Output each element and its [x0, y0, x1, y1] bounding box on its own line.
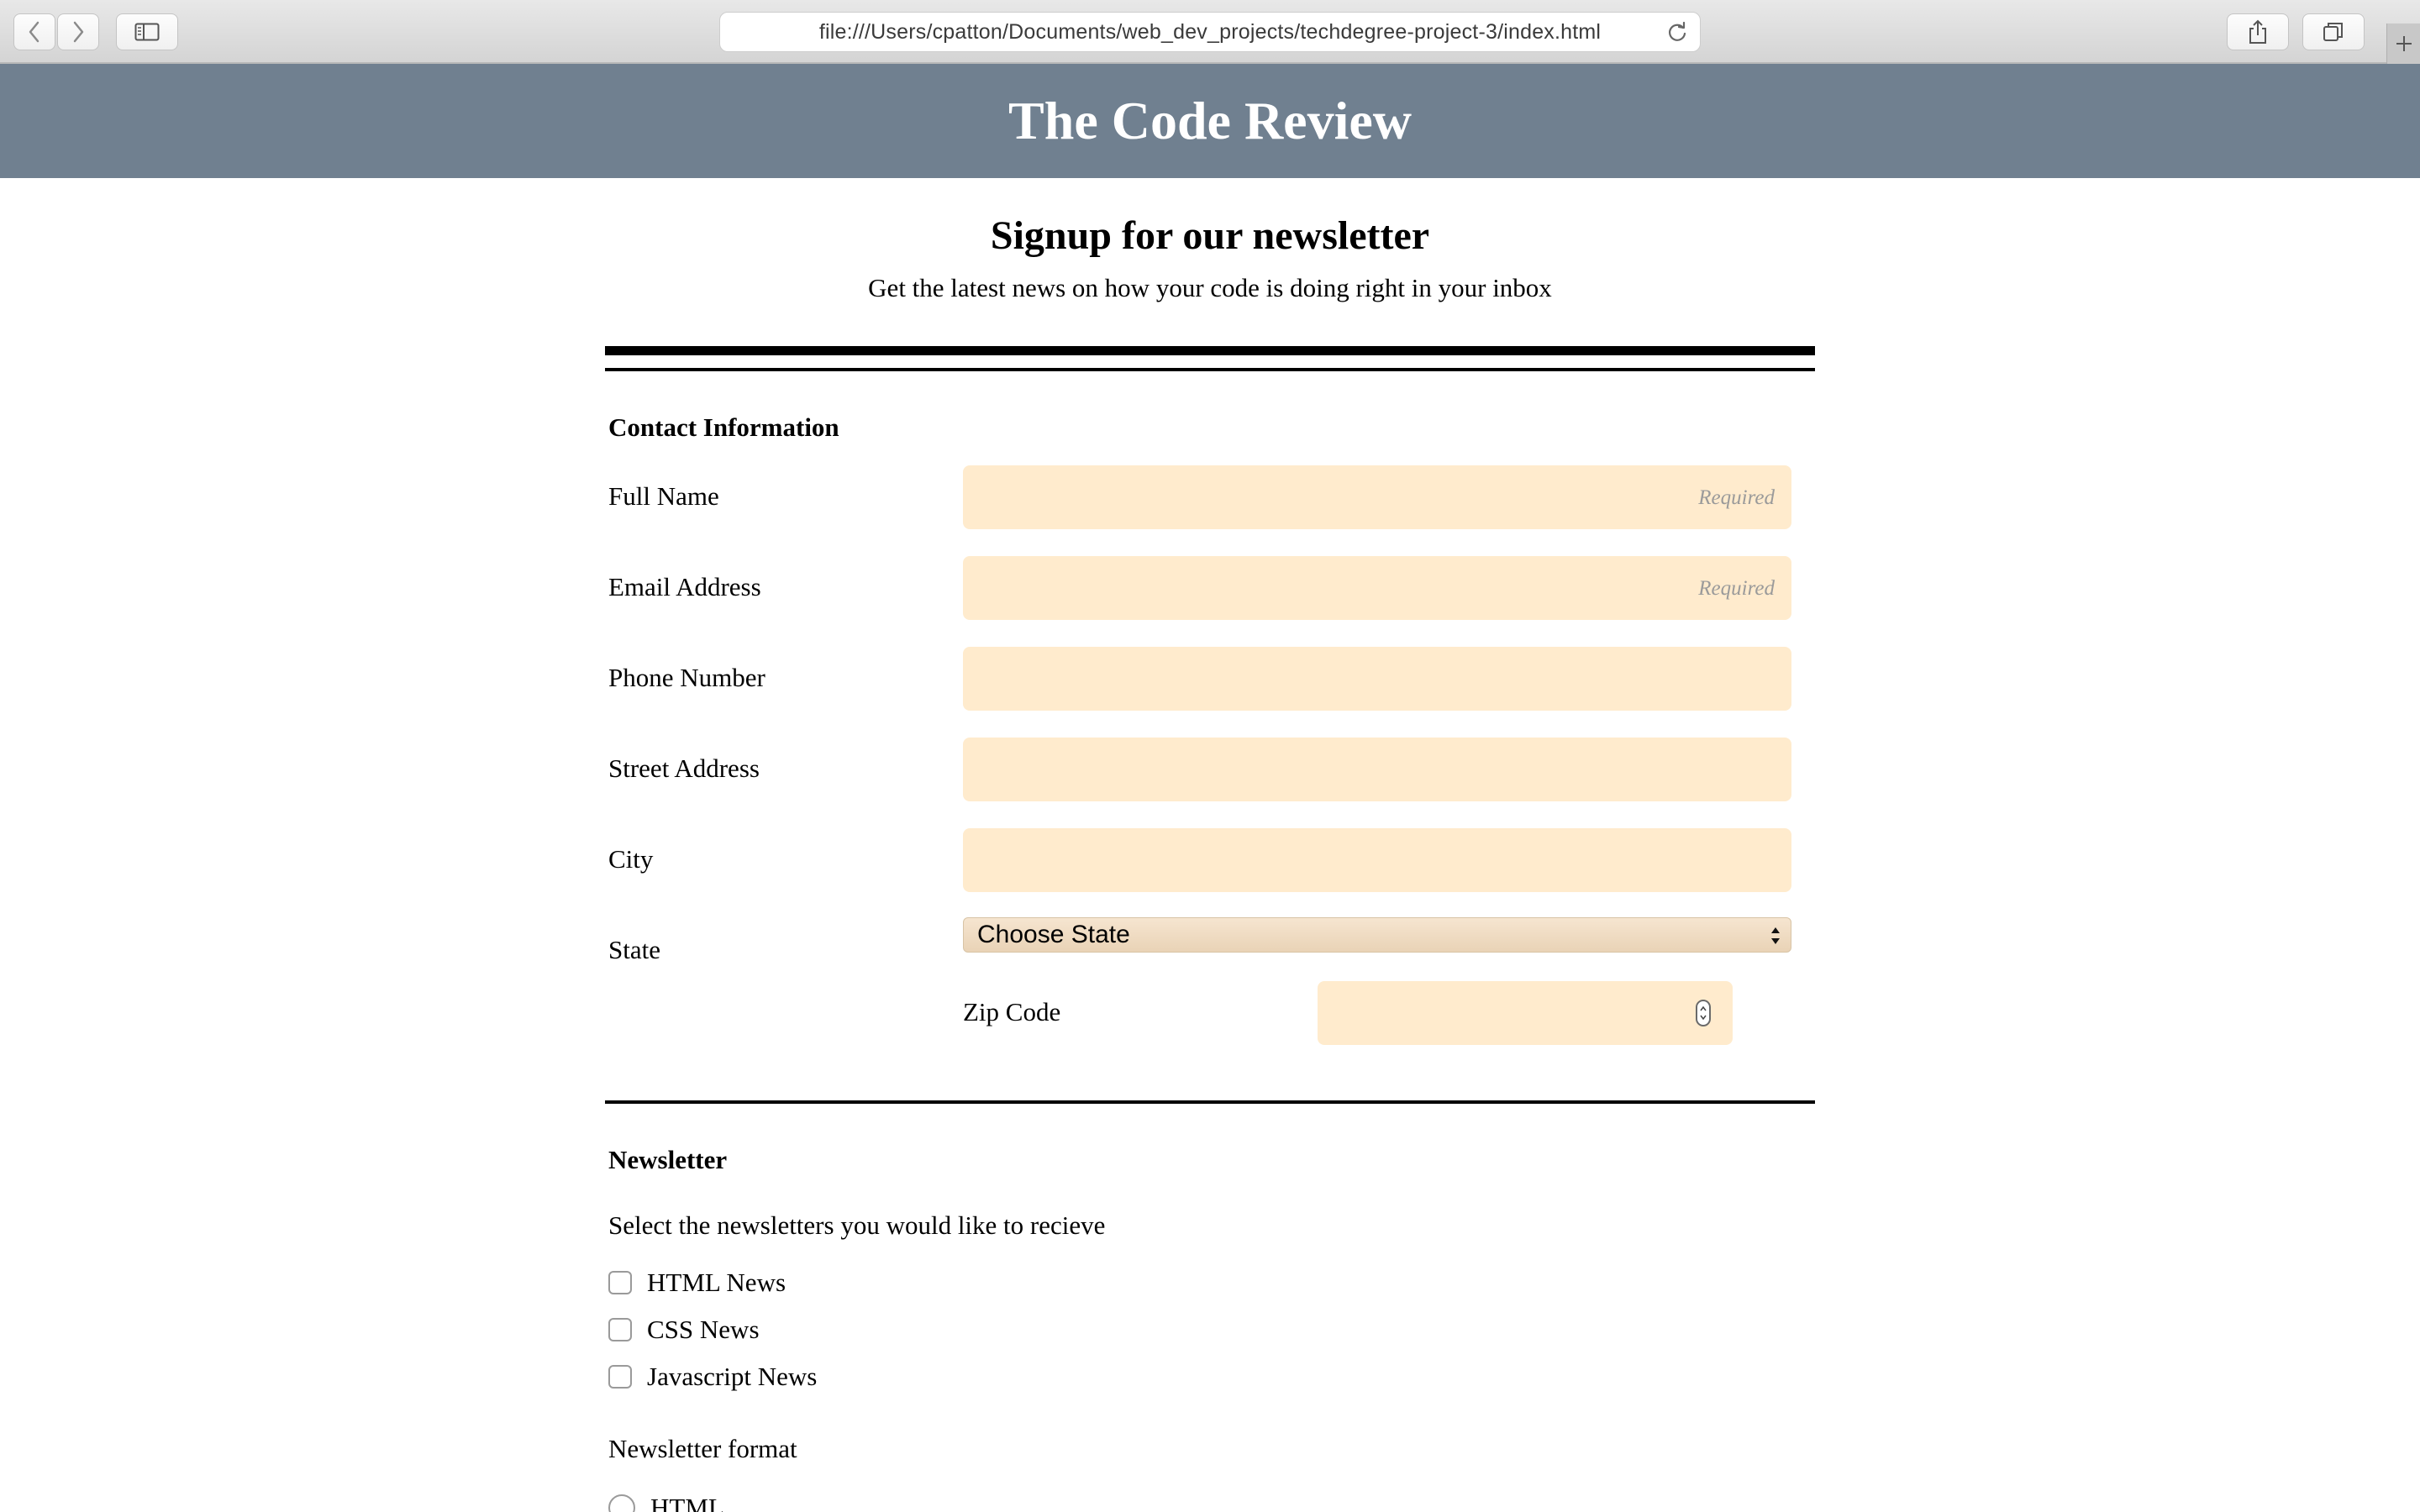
site-title: The Code Review	[1008, 91, 1412, 150]
phone-label: Phone Number	[608, 663, 765, 692]
share-icon	[2249, 19, 2266, 44]
street-label: Street Address	[608, 753, 760, 783]
page-subtitle: Get the latest news on how your code is …	[868, 273, 1552, 302]
city-label: City	[608, 844, 654, 874]
city-input[interactable]	[963, 828, 1791, 892]
street-input[interactable]	[963, 738, 1791, 801]
state-select[interactable]: Choose State	[963, 917, 1791, 953]
zip-input[interactable]	[1318, 981, 1733, 1045]
divider-thick	[605, 346, 1815, 355]
site-header: The Code Review	[0, 64, 2420, 178]
phone-input[interactable]	[963, 647, 1791, 711]
radio-format-html[interactable]: HTML	[608, 1492, 724, 1512]
divider-thin	[605, 368, 1815, 371]
email-input[interactable]	[963, 556, 1791, 620]
full-name-label: Full Name	[608, 481, 719, 511]
tabs-overview-button[interactable]	[2302, 13, 2365, 50]
back-button[interactable]	[13, 13, 55, 50]
checkbox-label: HTML News	[647, 1268, 786, 1297]
newsletter-legend: Newsletter	[608, 1145, 728, 1174]
browser-toolbar: file:///Users/cpatton/Documents/web_dev_…	[0, 0, 2420, 64]
reload-icon	[1668, 21, 1686, 41]
full-name-input[interactable]	[963, 465, 1791, 529]
address-bar[interactable]: file:///Users/cpatton/Documents/web_dev_…	[719, 12, 1701, 52]
reload-button[interactable]	[1666, 21, 1688, 47]
state-label: State	[608, 935, 660, 964]
contact-legend: Contact Information	[608, 412, 839, 442]
number-spinner-icon[interactable]	[1696, 1000, 1711, 1026]
zip-label: Zip Code	[963, 997, 1061, 1026]
section-divider	[605, 1100, 1815, 1104]
checkbox[interactable]	[608, 1317, 632, 1341]
select-arrows-icon	[1771, 927, 1780, 944]
state-select-value: Choose State	[977, 921, 1130, 948]
radio-label: HTML	[650, 1493, 724, 1512]
sidebar-icon	[134, 23, 160, 41]
tabs-icon	[2323, 23, 2343, 41]
format-label: Newsletter format	[608, 1434, 797, 1463]
checkbox-html-news[interactable]: HTML News	[608, 1267, 786, 1298]
radio-button[interactable]	[608, 1494, 635, 1512]
forward-button[interactable]	[57, 13, 99, 50]
forward-icon	[73, 21, 84, 43]
checkbox[interactable]	[608, 1364, 632, 1389]
share-button[interactable]	[2227, 13, 2289, 50]
checkbox-label: CSS News	[647, 1315, 760, 1344]
checkbox-css-news[interactable]: CSS News	[608, 1314, 760, 1345]
newsletter-prompt: Select the newsletters you would like to…	[608, 1210, 1106, 1240]
checkbox-label: Javascript News	[647, 1362, 818, 1391]
url-text: file:///Users/cpatton/Documents/web_dev_…	[818, 19, 1602, 44]
email-label: Email Address	[608, 572, 761, 601]
plus-icon	[2396, 36, 2412, 51]
checkbox-javascript-news[interactable]: Javascript News	[608, 1361, 817, 1392]
back-icon	[29, 21, 39, 43]
page-title: Signup for our newsletter	[990, 213, 1430, 258]
new-tab-button[interactable]	[2386, 24, 2420, 64]
sidebar-button[interactable]	[116, 13, 178, 50]
checkbox[interactable]	[608, 1270, 632, 1294]
